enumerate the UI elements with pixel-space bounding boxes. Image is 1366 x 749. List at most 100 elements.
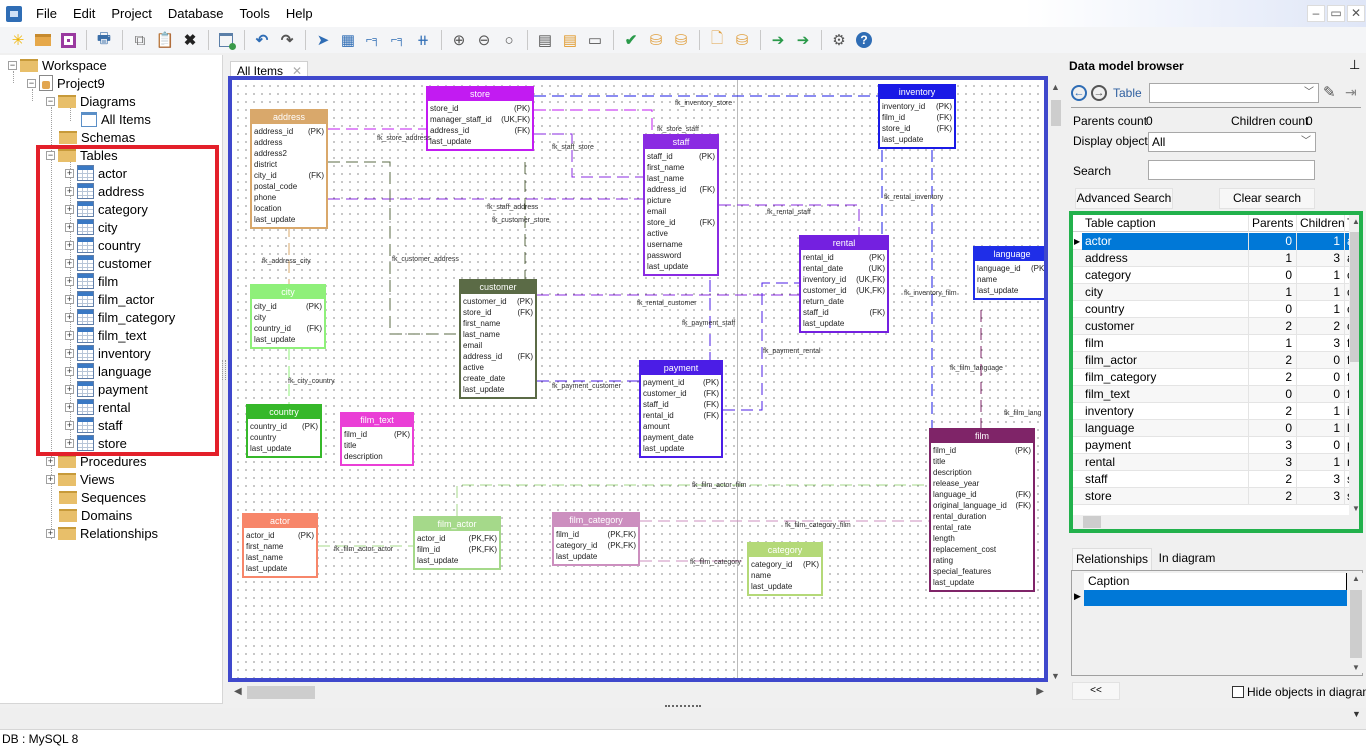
tree-workspace[interactable]: − Workspace (8, 56, 107, 74)
add-table-icon[interactable] (214, 29, 238, 51)
close-button[interactable]: ✕ (1347, 5, 1365, 22)
grid-vertical-scrollbar[interactable]: ▲ ▼ (1349, 215, 1359, 515)
entity-film-text[interactable]: film_text film_id (PK) title description (340, 412, 414, 466)
clear-search-button[interactable]: Clear search (1219, 188, 1315, 209)
menu-edit[interactable]: Edit (65, 0, 103, 27)
relationship-row[interactable] (1084, 590, 1347, 606)
entity-store[interactable]: store store_id (PK) manager_staff_id (UK,FK)… (426, 86, 534, 151)
scroll-thumb[interactable] (247, 686, 315, 699)
open-folder-icon[interactable] (31, 29, 55, 51)
entity-country[interactable]: country country_id (PK) country last_update (246, 404, 322, 458)
minimize-button[interactable]: – (1307, 5, 1325, 22)
edit-pencil-icon[interactable]: ✎ (1323, 83, 1336, 101)
grid-row[interactable]: address13a (1073, 250, 1354, 267)
relationship-fk-staff-store[interactable] (534, 109, 653, 130)
grid-row[interactable]: country01c (1073, 301, 1353, 318)
settings-icon[interactable]: ⚙ (827, 29, 851, 51)
entity-actor[interactable]: actor actor_id (PK) first_name last_name last… (242, 513, 318, 578)
hierarchy-icon[interactable]: ⧺ (411, 29, 435, 51)
relationship-fk-payment-rental[interactable] (723, 282, 799, 411)
tree-relationships[interactable]: + Relationships (46, 524, 158, 542)
entity-film-actor[interactable]: film_actor actor_id (PK,FK) film_id (PK,FK) l… (413, 516, 501, 570)
grid-row[interactable]: film_category20f (1073, 369, 1353, 386)
tab-in-diagram[interactable]: In diagram (1152, 548, 1222, 570)
entity-language[interactable]: language language_id (PK) name last_update (973, 246, 1044, 300)
expand-icon[interactable]: + (46, 456, 55, 466)
validate-icon[interactable]: ✔ (619, 29, 643, 51)
grid-row[interactable]: store23s (1073, 488, 1353, 505)
grid-horizontal-scrollbar[interactable] (1073, 515, 1359, 529)
layout-icon[interactable]: ▭ (583, 29, 607, 51)
restore-button[interactable]: ▭ (1327, 5, 1345, 22)
entity-payment[interactable]: payment payment_id (PK) customer_id (FK) staf… (639, 360, 723, 458)
menu-database[interactable]: Database (160, 0, 232, 27)
tree-project[interactable]: − Project9 (27, 74, 105, 92)
help-icon[interactable]: ? (852, 29, 876, 51)
collapse-panel-button[interactable]: << (1072, 682, 1120, 700)
grid-row[interactable]: film_actor20f (1073, 352, 1353, 369)
redo-icon[interactable]: ↷ (275, 29, 299, 51)
paste-icon[interactable]: 📋 (153, 29, 177, 51)
pin-icon[interactable]: ⊥ (1349, 57, 1360, 73)
grid-row[interactable]: customer22c (1073, 318, 1353, 335)
tree-all-items[interactable]: All Items (81, 110, 151, 128)
script-icon[interactable]: ▤ (558, 29, 582, 51)
grid-row[interactable]: city11c (1073, 284, 1353, 301)
table-icon[interactable]: ▦ (336, 29, 360, 51)
tree-views[interactable]: + Views (46, 470, 114, 488)
menu-help[interactable]: Help (278, 0, 321, 27)
splitter-handle[interactable] (222, 360, 226, 380)
header-children[interactable]: Children (1296, 215, 1345, 232)
delete-icon[interactable]: ✖ (178, 29, 202, 51)
relationship-fk-store-staff[interactable] (534, 133, 643, 178)
zoom-fit-icon[interactable]: ○ (497, 29, 521, 51)
import-table-icon[interactable]: ➔ (791, 29, 815, 51)
relation-icon[interactable]: ⌐╕ (361, 29, 385, 51)
document-icon[interactable]: 🗋 (705, 29, 729, 51)
tab-relationships[interactable]: Relationships (1072, 548, 1152, 570)
relationships-scrollbar[interactable]: ▲ ▼ (1349, 573, 1363, 673)
db-sync-icon[interactable]: ⛁ (644, 29, 668, 51)
collapse-icon[interactable]: − (8, 60, 17, 70)
header-table-caption[interactable]: Table caption (1082, 215, 1248, 232)
relation-identifying-icon[interactable]: ⌐╕ (386, 29, 410, 51)
display-objects-select[interactable]: All ﹀ (1148, 132, 1316, 152)
scroll-thumb[interactable] (1051, 100, 1061, 126)
db-compare-icon[interactable]: ⛁ (730, 29, 754, 51)
grid-row[interactable]: category01c (1073, 267, 1353, 284)
entity-inventory[interactable]: inventory inventory_id (PK) film_id (FK) stor… (878, 84, 956, 149)
entity-customer[interactable]: customer customer_id (PK) store_id (FK) first… (459, 279, 537, 399)
menu-file[interactable]: File (28, 0, 65, 27)
header-parents[interactable]: Parents (1248, 215, 1296, 232)
collapse-icon[interactable]: − (46, 96, 55, 106)
copy-icon[interactable]: ⧉ (128, 29, 152, 51)
menu-tools[interactable]: Tools (231, 0, 277, 27)
entity-category[interactable]: category category_id (PK) name last_update (747, 542, 823, 596)
zoom-in-icon[interactable]: ⊕ (447, 29, 471, 51)
hide-objects-checkbox[interactable] (1232, 686, 1244, 698)
grid-row[interactable]: rental31r (1073, 454, 1353, 471)
search-input[interactable] (1148, 160, 1315, 180)
expand-icon[interactable]: + (46, 474, 55, 484)
entity-film-category[interactable]: film_category film_id (PK,FK) category_id (P… (552, 512, 640, 566)
grid-row[interactable]: language01l (1073, 420, 1353, 437)
diagram-horizontal-scrollbar[interactable]: ◀ ▶ (230, 684, 1048, 701)
relationship-fk-film-actor-film[interactable] (456, 484, 929, 516)
pointer-icon[interactable]: ➤ (311, 29, 335, 51)
grid-row[interactable]: film_text00f (1073, 386, 1353, 403)
grid-row[interactable]: inventory21i (1073, 403, 1353, 420)
entity-address[interactable]: address address_id (PK) address address2 dist… (250, 109, 328, 229)
diagram-vertical-scrollbar[interactable]: ▲ ▼ (1048, 80, 1064, 683)
entity-staff[interactable]: staff staff_id (PK) first_name last_name addr… (643, 134, 719, 276)
goto-table-icon[interactable]: ⇥ (1345, 84, 1357, 101)
dropdown-arrow-icon[interactable]: ▼ (1352, 709, 1361, 719)
undo-icon[interactable]: ↶ (250, 29, 274, 51)
advanced-search-button[interactable]: Advanced Search (1075, 188, 1173, 209)
grid-row[interactable]: staff23s (1073, 471, 1353, 488)
report-icon[interactable]: ▤ (533, 29, 557, 51)
grid-row[interactable]: film13f (1073, 335, 1353, 352)
tree-diagrams[interactable]: − Diagrams (46, 92, 136, 110)
expand-icon[interactable]: + (46, 528, 55, 538)
entity-film[interactable]: film film_id (PK) title description release_y… (929, 428, 1035, 592)
object-select[interactable]: ﹀ (1149, 83, 1319, 103)
